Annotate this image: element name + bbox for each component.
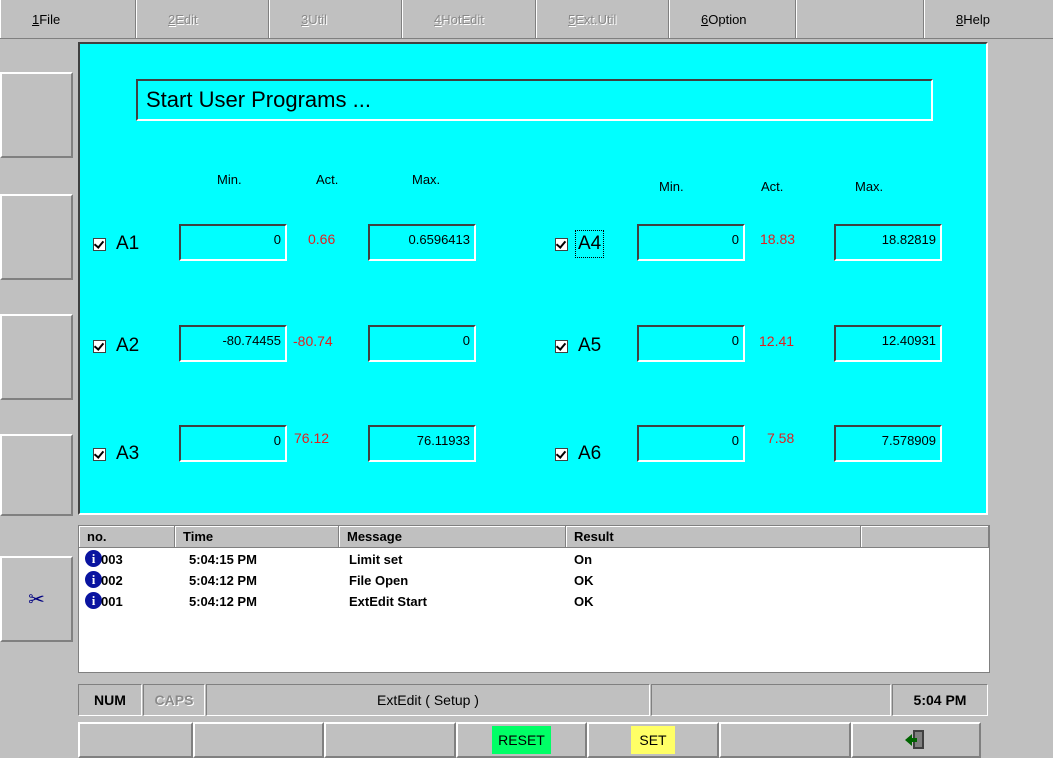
a2-min-field[interactable]: -80.74455: [179, 325, 287, 362]
min-header-left: Min.: [217, 172, 242, 187]
set-button[interactable]: SET: [631, 726, 675, 754]
a3-actual-value: 76.12: [294, 430, 330, 446]
checkbox-checked-icon: [93, 447, 106, 461]
menu-hotedit[interactable]: 4 HotEdit: [402, 0, 536, 38]
cut-softkey[interactable]: ✂: [0, 556, 73, 642]
status-empty: [651, 684, 891, 716]
a4-actual-value: 18.83: [760, 231, 796, 247]
reset-key-frame[interactable]: RESET: [456, 722, 587, 758]
log-row[interactable]: i 002 5:04:12 PM File Open OK: [79, 570, 989, 590]
a1-min-field[interactable]: 0: [179, 224, 287, 261]
column-header-message[interactable]: Message: [339, 526, 566, 548]
log-row-result: OK: [574, 594, 594, 609]
a6-min-field[interactable]: 0: [637, 425, 745, 462]
menu-util[interactable]: 3 Util: [269, 0, 402, 38]
menu-file[interactable]: 1 File: [0, 0, 136, 38]
column-header-no[interactable]: no.: [79, 526, 175, 548]
scissors-icon: ✂: [28, 588, 45, 611]
log-row-message: Limit set: [349, 552, 403, 567]
a2-max-field[interactable]: 0: [368, 325, 476, 362]
log-row-time: 5:04:15 PM: [189, 552, 257, 567]
max-header-right: Max.: [855, 179, 884, 194]
log-row-no: 001: [101, 594, 123, 609]
axis-a2-checkbox[interactable]: A2: [93, 335, 139, 357]
a1-actual-value: 0.66: [308, 231, 336, 247]
log-row-result: On: [574, 552, 593, 567]
panel-title: Start User Programs ...: [136, 79, 933, 121]
log-row-time: 5:04:12 PM: [189, 573, 257, 588]
bottom-softkey-1[interactable]: [78, 722, 193, 758]
log-row-no: 002: [101, 573, 123, 588]
a3-min-field[interactable]: 0: [179, 425, 287, 462]
log-row-time: 5:04:12 PM: [189, 594, 257, 609]
column-header-result[interactable]: Result: [566, 526, 861, 548]
caps-lock-indicator: CAPS: [143, 684, 205, 716]
column-header-empty: [861, 526, 989, 548]
set-key-frame[interactable]: SET: [587, 722, 719, 758]
info-icon: i: [85, 571, 102, 588]
bottom-softkey-6[interactable]: [719, 722, 851, 758]
axis-a6-checkbox[interactable]: A6: [555, 443, 601, 465]
checkbox-checked-icon: [93, 237, 106, 251]
axis-a3-checkbox[interactable]: A3: [93, 443, 139, 465]
axis-a1-checkbox[interactable]: A1: [93, 233, 139, 255]
menu-help[interactable]: 8 Help: [924, 0, 1053, 38]
left-softkey-4[interactable]: [0, 434, 73, 516]
log-row[interactable]: i 003 5:04:15 PM Limit set On: [79, 549, 989, 569]
a1-max-field[interactable]: 0.6596413: [368, 224, 476, 261]
a4-min-field[interactable]: 0: [637, 224, 745, 261]
checkbox-checked-icon: [555, 447, 568, 461]
menu-ext-util[interactable]: 5 Ext.Util: [536, 0, 669, 38]
checkbox-checked-icon: [555, 339, 568, 353]
menu-option[interactable]: 6 Option: [669, 0, 796, 38]
left-softkey-2[interactable]: [0, 194, 73, 280]
a6-actual-value: 7.58: [767, 430, 795, 446]
bottom-softkey-3[interactable]: [324, 722, 456, 758]
bottom-softkey-2[interactable]: [193, 722, 324, 758]
axis-a4-checkbox[interactable]: A4: [555, 230, 605, 258]
act-header-right: Act.: [761, 179, 784, 194]
a6-max-field[interactable]: 7.578909: [834, 425, 942, 462]
checkbox-checked-icon: [555, 237, 568, 251]
a4-max-field[interactable]: 18.82819: [834, 224, 942, 261]
menu-edit[interactable]: 2 Edit: [136, 0, 269, 38]
log-row-message: ExtEdit Start: [349, 594, 428, 609]
checkbox-checked-icon: [93, 339, 106, 353]
a5-min-field[interactable]: 0: [637, 325, 745, 362]
left-softkey-3[interactable]: [0, 314, 73, 400]
a3-max-field[interactable]: 76.11933: [368, 425, 476, 462]
left-softkey-1[interactable]: [0, 72, 73, 158]
info-icon: i: [85, 592, 102, 609]
exit-door-icon: [905, 730, 924, 749]
clock: 5:04 PM: [892, 684, 988, 716]
log-row[interactable]: i 001 5:04:12 PM ExtEdit Start OK: [79, 591, 989, 611]
menu-empty[interactable]: [796, 0, 924, 38]
reset-button[interactable]: RESET: [492, 726, 551, 754]
num-lock-indicator: NUM: [78, 684, 142, 716]
message-log[interactable]: no. Time Message Result i 003 5:04:15 PM…: [78, 525, 990, 673]
act-header-left: Act.: [316, 172, 339, 187]
log-row-no: 003: [101, 552, 123, 567]
a5-actual-value: 12.41: [759, 333, 795, 349]
axis-a5-checkbox[interactable]: A5: [555, 335, 601, 357]
info-icon: i: [85, 550, 102, 567]
a5-max-field[interactable]: 12.40931: [834, 325, 942, 362]
a2-actual-value: -80.74: [293, 333, 333, 349]
min-header-right: Min.: [659, 179, 684, 194]
log-row-result: OK: [574, 573, 594, 588]
mode-status: ExtEdit ( Setup ): [206, 684, 650, 716]
exit-key[interactable]: [851, 722, 981, 758]
log-row-message: File Open: [349, 573, 409, 588]
max-header-left: Max.: [412, 172, 441, 187]
column-header-time[interactable]: Time: [175, 526, 339, 548]
